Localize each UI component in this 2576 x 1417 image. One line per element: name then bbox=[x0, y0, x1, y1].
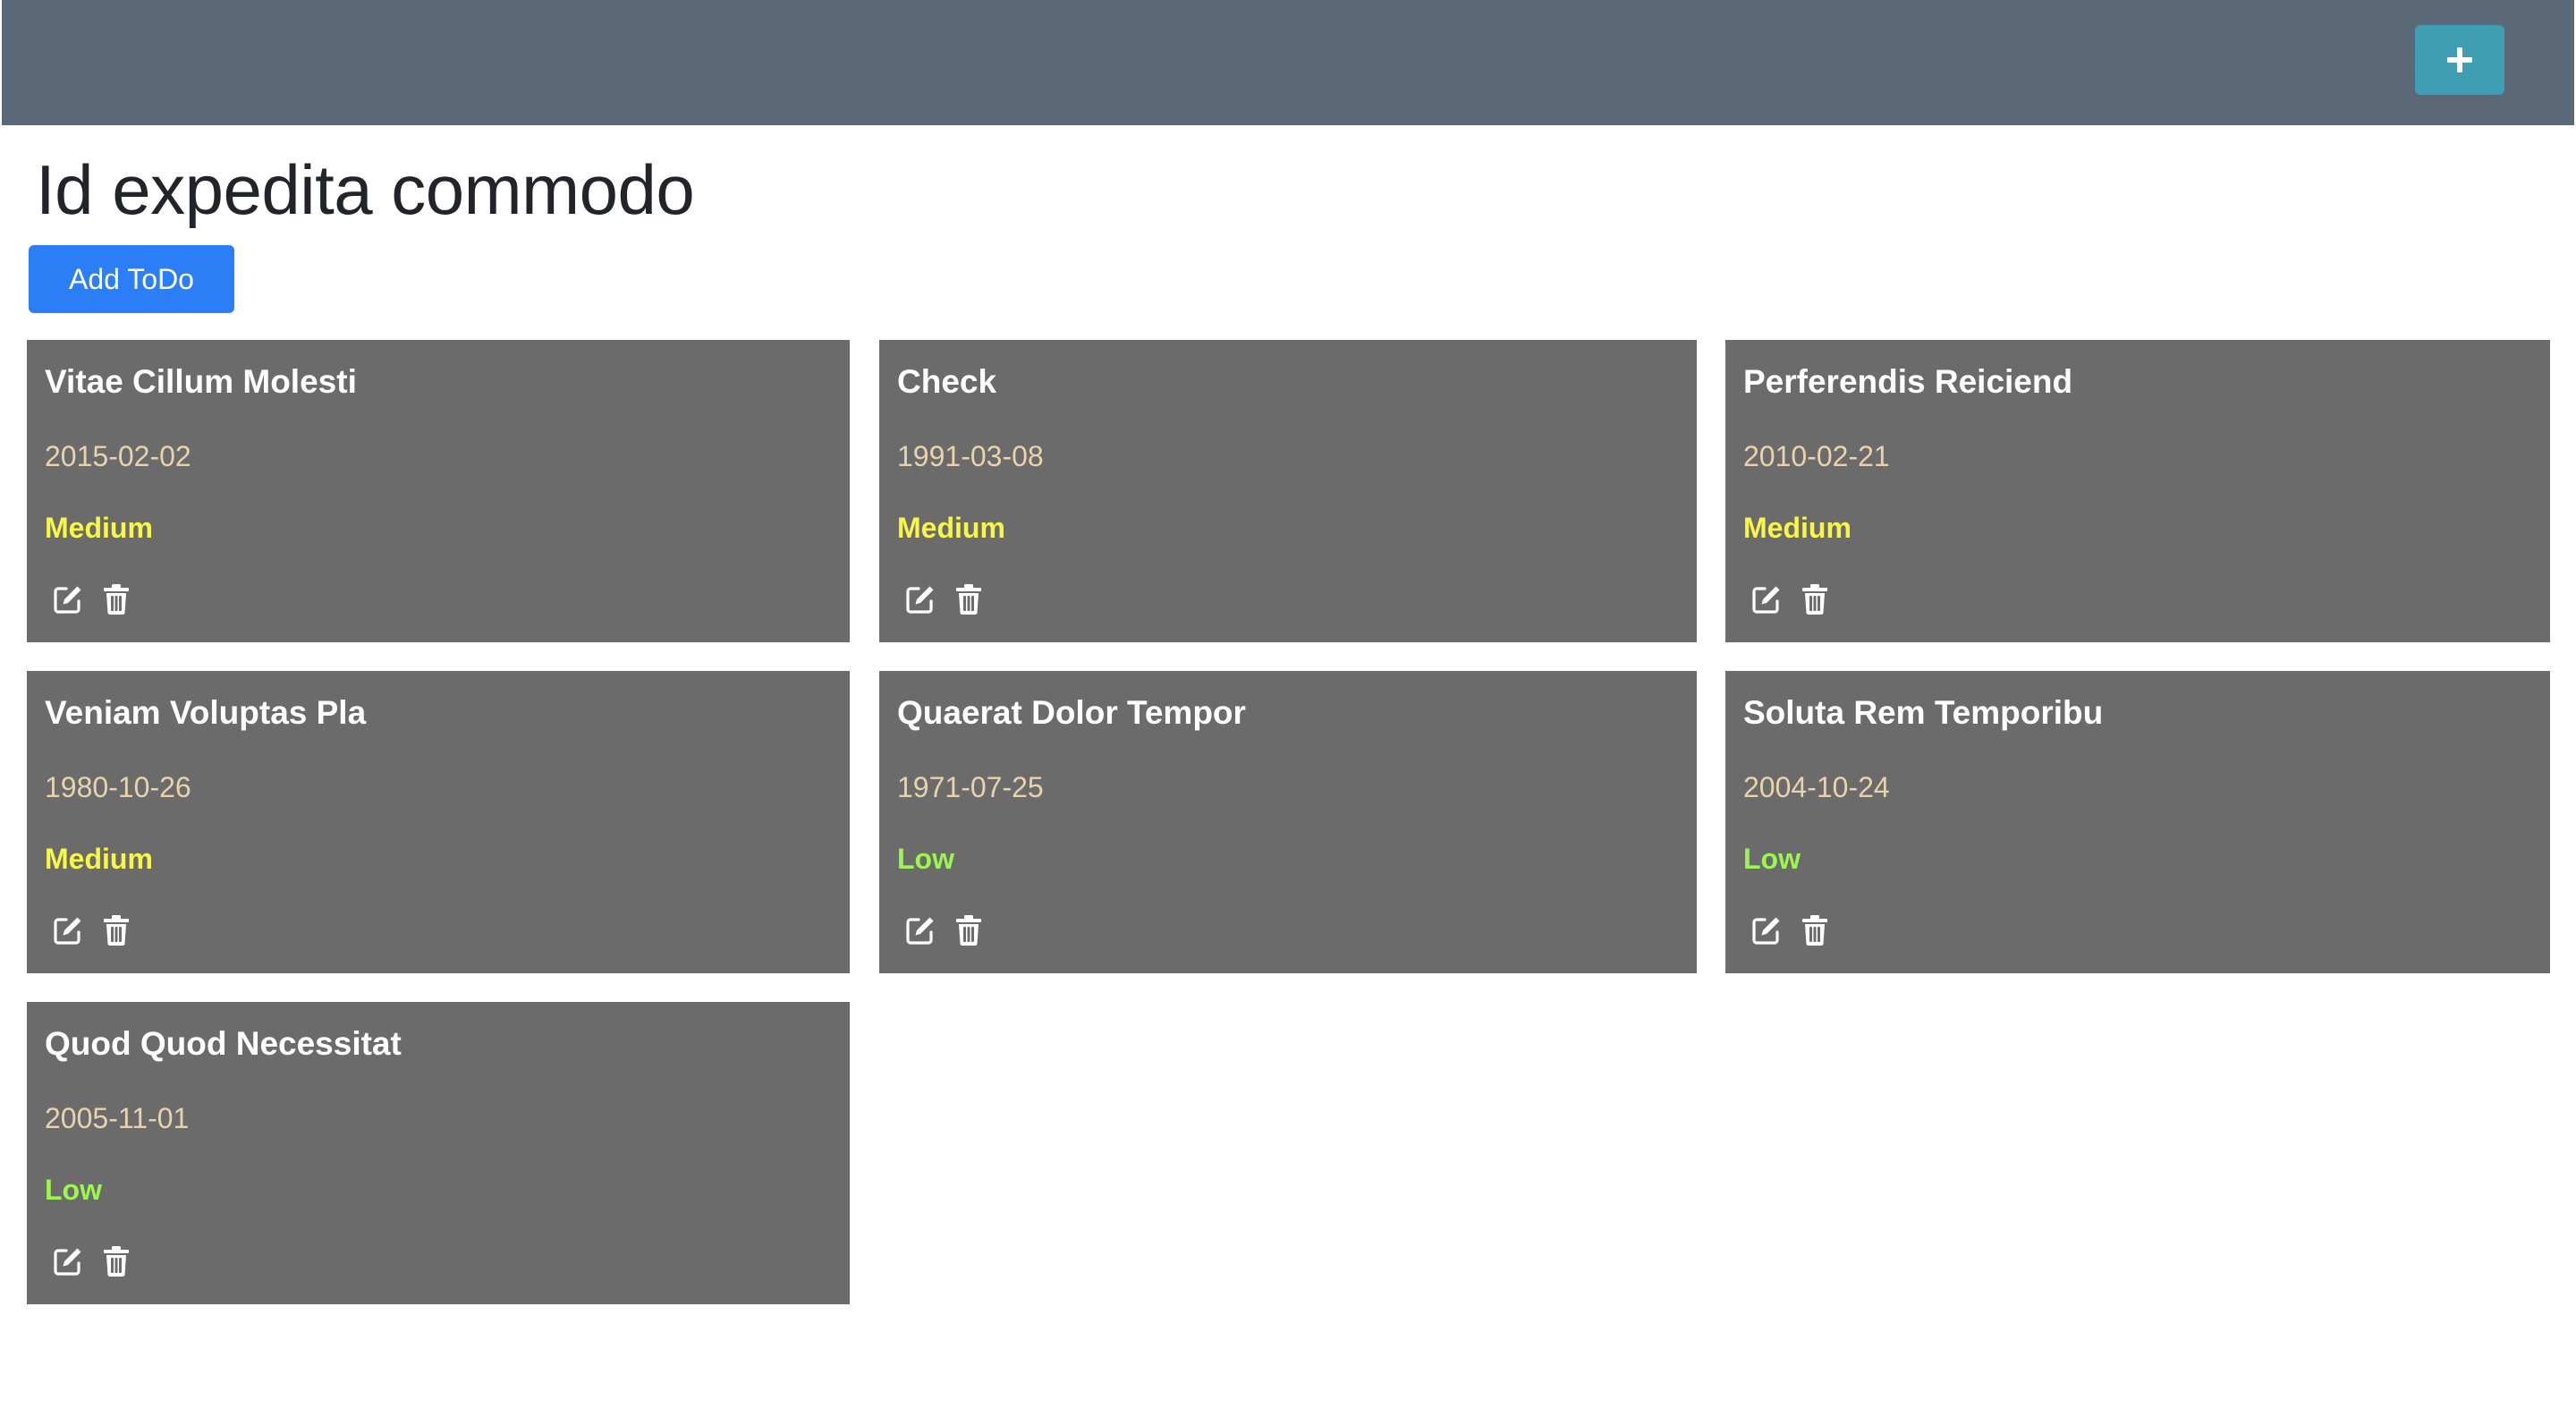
todo-actions bbox=[1750, 914, 1831, 946]
todo-date: 2005-11-01 bbox=[45, 1102, 190, 1134]
trash-icon[interactable] bbox=[1799, 914, 1831, 946]
todo-priority: Medium bbox=[45, 843, 153, 875]
page-title: Id expedita commodo bbox=[36, 150, 695, 229]
todo-priority: Medium bbox=[1743, 512, 1852, 544]
todo-card: Vitae Cillum Molesti 2015-02-02 Medium bbox=[27, 340, 850, 642]
todo-title: Perferendis Reiciend bbox=[1743, 363, 2073, 400]
todo-date: 2004-10-24 bbox=[1743, 771, 1890, 803]
todo-date: 1991-03-08 bbox=[897, 440, 1044, 472]
todo-actions bbox=[52, 1245, 132, 1277]
todo-card: Quod Quod Necessitat 2005-11-01 Low bbox=[27, 1002, 850, 1304]
todo-priority: Low bbox=[897, 843, 954, 875]
todo-date: 1971-07-25 bbox=[897, 771, 1044, 803]
todo-actions bbox=[52, 914, 132, 946]
todo-title: Soluta Rem Temporibu bbox=[1743, 694, 2104, 731]
trash-icon[interactable] bbox=[100, 914, 132, 946]
todo-title: Quod Quod Necessitat bbox=[45, 1025, 402, 1062]
todo-date: 1980-10-26 bbox=[45, 771, 191, 803]
edit-icon[interactable] bbox=[1750, 914, 1783, 946]
edit-icon[interactable] bbox=[1750, 583, 1783, 615]
add-todo-button[interactable]: Add ToDo bbox=[29, 245, 234, 313]
todo-priority: Medium bbox=[897, 512, 1005, 544]
todo-actions bbox=[904, 583, 985, 615]
trash-icon[interactable] bbox=[100, 583, 132, 615]
todo-priority: Low bbox=[1743, 843, 1801, 875]
todo-title: Veniam Voluptas Pla bbox=[45, 694, 367, 731]
todo-title: Quaerat Dolor Tempor bbox=[897, 694, 1246, 731]
todo-priority: Low bbox=[45, 1174, 102, 1206]
todo-title: Vitae Cillum Molesti bbox=[45, 363, 357, 400]
edit-icon[interactable] bbox=[904, 914, 936, 946]
top-navbar bbox=[2, 0, 2574, 125]
todo-card: Quaerat Dolor Tempor 1971-07-25 Low bbox=[879, 671, 1697, 973]
trash-icon[interactable] bbox=[1799, 583, 1831, 615]
todo-date: 2010-02-21 bbox=[1743, 440, 1890, 472]
todo-title: Check bbox=[897, 363, 997, 400]
todo-actions bbox=[52, 583, 132, 615]
edit-icon[interactable] bbox=[52, 583, 84, 615]
plus-icon bbox=[2445, 45, 2475, 75]
add-new-button[interactable] bbox=[2415, 25, 2504, 95]
todo-priority: Medium bbox=[45, 512, 153, 544]
todo-card: Soluta Rem Temporibu 2004-10-24 Low bbox=[1725, 671, 2550, 973]
todo-actions bbox=[904, 914, 985, 946]
todo-card: Check 1991-03-08 Medium bbox=[879, 340, 1697, 642]
trash-icon[interactable] bbox=[953, 914, 985, 946]
trash-icon[interactable] bbox=[100, 1245, 132, 1277]
edit-icon[interactable] bbox=[904, 583, 936, 615]
todo-date: 2015-02-02 bbox=[45, 440, 191, 472]
edit-icon[interactable] bbox=[52, 914, 84, 946]
todo-actions bbox=[1750, 583, 1831, 615]
todo-card: Veniam Voluptas Pla 1980-10-26 Medium bbox=[27, 671, 850, 973]
trash-icon[interactable] bbox=[953, 583, 985, 615]
todo-card: Perferendis Reiciend 2010-02-21 Medium bbox=[1725, 340, 2550, 642]
edit-icon[interactable] bbox=[52, 1245, 84, 1277]
